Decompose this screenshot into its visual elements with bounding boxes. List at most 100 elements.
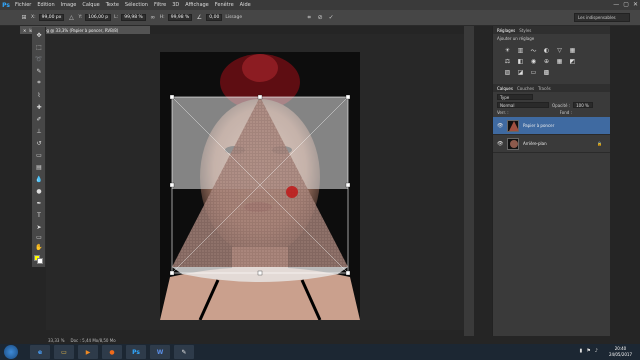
angle-field[interactable]: 0,00	[206, 14, 223, 21]
transform-reference-icon[interactable]: ⊞	[20, 14, 28, 22]
menu-calque[interactable]: Calque	[79, 2, 102, 8]
taskbar-paint-icon[interactable]: ✎	[174, 345, 194, 359]
handle-top-middle	[257, 94, 263, 100]
lock-icon: 🔒	[597, 141, 602, 146]
hair-bun	[242, 54, 278, 82]
channel-mixer-icon[interactable]: ⊕	[542, 58, 551, 65]
move-tool-icon[interactable]: ✥	[35, 31, 43, 39]
network-icon[interactable]: ▮	[580, 348, 583, 354]
handle-bottom-middle	[257, 270, 263, 276]
lock-label: Verr. :	[497, 110, 509, 115]
options-bar: ⊞ X: 99,00 px △ Y: 106,00 p L: 99,98 % ∞…	[0, 10, 640, 26]
menu-filtre[interactable]: Filtre	[151, 2, 169, 8]
layer-kind-filter[interactable]: Type	[497, 94, 533, 100]
taskbar-word-icon[interactable]: W	[150, 345, 170, 359]
start-button[interactable]	[4, 345, 18, 359]
gradient-map-icon[interactable]: ▭	[529, 69, 538, 76]
commit-transform-icon[interactable]: ✓	[327, 14, 335, 22]
taskbar-clock[interactable]: 20:40 24/05/2017	[609, 346, 632, 358]
blur-tool-icon[interactable]: 💧	[35, 175, 43, 183]
menu-texte[interactable]: Texte	[103, 2, 122, 8]
hand-tool-icon[interactable]: ✋	[35, 243, 43, 251]
taskbar-photoshop-icon[interactable]: Ps	[126, 345, 146, 359]
taskbar-ie-icon[interactable]: e	[30, 345, 50, 359]
tab-styles[interactable]: Styles	[519, 28, 531, 33]
blend-mode-select[interactable]: Normal	[497, 102, 549, 108]
brightness-icon[interactable]: ☀	[503, 47, 512, 54]
width-field[interactable]: 99,98 %	[121, 14, 146, 21]
close-tab-icon[interactable]: ✕	[23, 28, 26, 33]
document-canvas[interactable]	[160, 52, 360, 320]
x-position-field[interactable]: 99,00 px	[38, 14, 65, 21]
photoshop-window: Ps Fichier Edition Image Calque Texte Sé…	[0, 0, 640, 360]
gradient-tool-icon[interactable]: ▤	[35, 163, 43, 171]
color-lookup-icon[interactable]: ▦	[555, 58, 564, 65]
lasso-tool-icon[interactable]: ➰	[35, 55, 43, 63]
posterize-icon[interactable]: ▨	[503, 69, 512, 76]
healing-tool-icon[interactable]: ✚	[35, 103, 43, 111]
layer-row-papier[interactable]: 👁 Papier à poncer	[493, 117, 610, 135]
minimize-button[interactable]: —	[613, 1, 619, 8]
taskbar-folder-icon[interactable]: ▭	[54, 345, 74, 359]
type-tool-icon[interactable]: T	[35, 211, 43, 219]
menu-edition[interactable]: Edition	[34, 2, 57, 8]
crop-tool-icon[interactable]: ⌗	[35, 79, 43, 87]
tab-couches[interactable]: Couches	[517, 86, 534, 91]
y-position-field[interactable]: 106,00 p	[85, 14, 112, 21]
taskbar-firefox-icon[interactable]: ●	[102, 345, 122, 359]
delta-icon[interactable]: △	[67, 14, 75, 22]
layer-row-arriere-plan[interactable]: 👁 Arrière-plan 🔒	[493, 135, 610, 153]
opacity-field[interactable]: 100 %	[573, 102, 594, 108]
eyedropper-tool-icon[interactable]: ⌇	[35, 91, 43, 99]
document-size-info[interactable]: Doc : 5,44 Mo/8,50 Mo	[71, 338, 116, 343]
menu-aide[interactable]: Aide	[237, 2, 254, 8]
link-icon[interactable]: ∞	[149, 14, 157, 22]
color-balance-icon[interactable]: ⚖	[503, 58, 512, 65]
curves-icon[interactable]: 〜	[529, 47, 538, 55]
photo-filter-icon[interactable]: ◉	[529, 58, 538, 65]
marquee-tool-icon[interactable]: ⬚	[35, 43, 43, 51]
tab-traces[interactable]: Tracés	[538, 86, 551, 91]
visibility-eye-icon[interactable]: 👁	[497, 141, 503, 147]
maximize-button[interactable]: ▢	[623, 1, 629, 8]
hue-saturation-icon[interactable]: ▦	[568, 47, 577, 54]
history-brush-tool-icon[interactable]: ↺	[35, 139, 43, 147]
flag-icon[interactable]: ⚑	[586, 348, 590, 354]
invert-icon[interactable]: ◩	[568, 58, 577, 65]
tab-reglages[interactable]: Réglages	[497, 28, 515, 33]
warp-icon[interactable]: ⌗	[305, 14, 313, 22]
dodge-tool-icon[interactable]: ●	[35, 187, 43, 195]
menu-selection[interactable]: Sélection	[122, 2, 151, 8]
w-label: L:	[114, 15, 119, 20]
black-white-icon[interactable]: ◧	[516, 58, 525, 65]
pen-tool-icon[interactable]: ✒	[35, 199, 43, 207]
close-button[interactable]: ✕	[633, 1, 638, 8]
levels-icon[interactable]: ▥	[516, 47, 525, 54]
selective-color-icon[interactable]: ▩	[542, 69, 551, 76]
height-field[interactable]: 99,98 %	[167, 14, 193, 21]
eraser-tool-icon[interactable]: ▭	[35, 151, 43, 159]
tab-calques[interactable]: Calques	[497, 86, 513, 91]
menu-image[interactable]: Image	[58, 2, 80, 8]
exposure-icon[interactable]: ◐	[542, 47, 551, 54]
quick-selection-tool-icon[interactable]: ✎	[35, 67, 43, 75]
taskbar-media-icon[interactable]: ▶	[78, 345, 98, 359]
menu-fenetre[interactable]: Fenêtre	[212, 2, 237, 8]
handle-bottom-left	[169, 270, 175, 276]
volume-icon[interactable]: ♪	[595, 348, 598, 354]
brush-tool-icon[interactable]: ✐	[35, 115, 43, 123]
menu-3d[interactable]: 3D	[169, 2, 182, 8]
shape-tool-icon[interactable]: ▭	[35, 233, 43, 241]
cancel-transform-icon[interactable]: ⊘	[316, 14, 324, 22]
clone-stamp-tool-icon[interactable]: ⊥	[35, 127, 43, 135]
background-color-swatch[interactable]	[37, 258, 43, 264]
workspace-select[interactable]: Les indispensables	[574, 13, 630, 22]
threshold-icon[interactable]: ◪	[516, 69, 525, 76]
menu-fichier[interactable]: Fichier	[12, 2, 34, 8]
vibrance-icon[interactable]: ▽	[555, 47, 564, 54]
zoom-level[interactable]: 33,33 %	[48, 338, 65, 343]
interpolation-select[interactable]: Lissage	[225, 15, 242, 20]
path-selection-tool-icon[interactable]: ➤	[35, 223, 43, 231]
menu-affichage[interactable]: Affichage	[182, 2, 212, 8]
visibility-eye-icon[interactable]: 👁	[497, 123, 503, 129]
